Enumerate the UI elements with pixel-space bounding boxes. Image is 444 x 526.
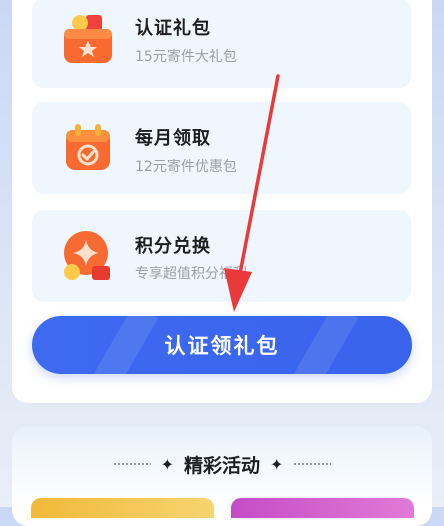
benefit-desc: 专享超值积分福利 [135,266,247,282]
benefit-item-certification[interactable]: 认证礼包 15元寄件大礼包 [32,0,411,88]
calendar-check-icon [66,124,110,170]
activities-header: ✦ 精彩活动 ✦ [0,451,444,477]
benefit-item-points[interactable]: 积分兑换 专享超值积分福利 [32,210,411,302]
benefit-title: 积分兑换 [135,236,211,257]
benefit-title: 认证礼包 [135,18,211,39]
dotted-divider [112,463,151,465]
promo-banner-left[interactable] [31,498,214,518]
points-coin-icon [64,231,110,280]
button-decoration [93,316,159,374]
sparkle-icon: ✦ [270,454,284,474]
dotted-divider [293,463,332,465]
claim-gift-button[interactable]: 认证领礼包 [32,316,412,374]
claim-gift-label: 认证领礼包 [164,334,280,358]
benefit-title: 每月领取 [135,128,211,149]
benefit-item-monthly[interactable]: 每月领取 12元寄件优惠包 [32,102,411,194]
benefit-desc: 15元寄件大礼包 [135,49,237,65]
button-decoration [293,316,359,374]
benefit-desc: 12元寄件优惠包 [135,159,237,175]
activities-title: 精彩活动 [183,454,260,477]
promo-banner-right[interactable] [231,498,414,518]
gift-box-icon [64,15,112,63]
sparkle-icon: ✦ [160,454,174,474]
